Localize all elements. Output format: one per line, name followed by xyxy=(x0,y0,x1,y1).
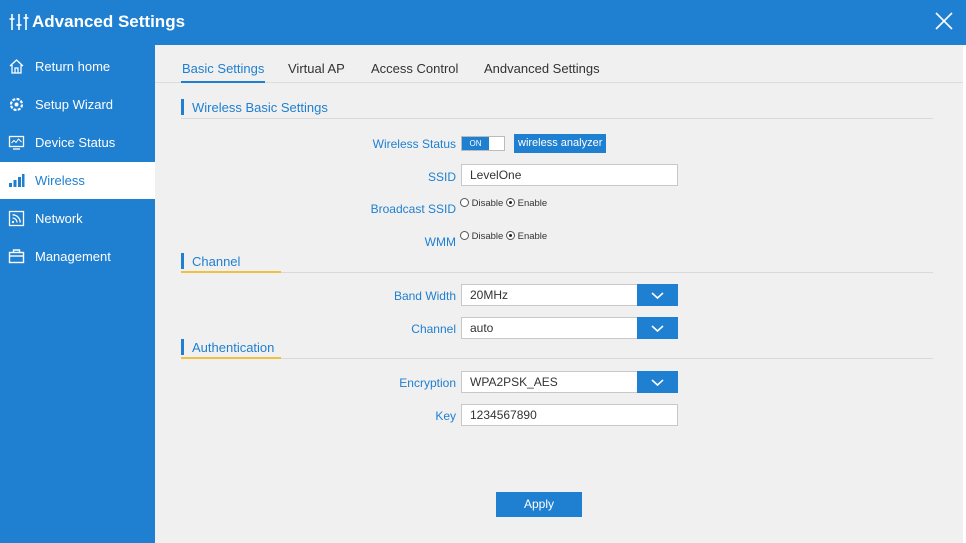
sidebar-item-return-home[interactable]: Return home xyxy=(0,48,155,85)
tab-virtual-ap[interactable]: Virtual AP xyxy=(288,61,345,76)
channel-select[interactable]: auto xyxy=(461,317,678,339)
dropdown-button[interactable] xyxy=(637,371,678,393)
wmm-radios: Disable Enable xyxy=(460,231,547,242)
band-width-label: Band Width xyxy=(393,289,456,303)
sidebar-item-management[interactable]: Management xyxy=(0,238,155,275)
window-title: Advanced Settings xyxy=(32,12,186,31)
wireless-status-toggle[interactable]: ON xyxy=(461,136,505,151)
radio-label: Disable xyxy=(471,198,504,209)
key-label: Key xyxy=(435,409,456,423)
monitor-icon xyxy=(8,135,25,150)
select-value: WPA2PSK_AES xyxy=(470,375,558,389)
sidebar-item-label: Management xyxy=(35,249,111,264)
sidebar-item-label: Wireless xyxy=(35,173,85,188)
dropdown-button[interactable] xyxy=(637,317,678,339)
chevron-down-icon xyxy=(651,292,664,300)
select-value: 20MHz xyxy=(470,288,509,302)
sidebar-item-setup-wizard[interactable]: Setup Wizard xyxy=(0,86,155,123)
wmm-label: WMM xyxy=(424,235,456,249)
gear-icon xyxy=(9,97,24,112)
section-title: Channel xyxy=(192,254,241,269)
section-title: Wireless Basic Settings xyxy=(192,100,328,115)
chevron-down-icon xyxy=(651,325,664,333)
sidebar-item-network[interactable]: Network xyxy=(0,200,155,237)
sidebar-item-label: Return home xyxy=(35,59,111,74)
active-tab-indicator xyxy=(181,81,265,83)
close-icon[interactable] xyxy=(934,11,954,31)
sidebar-item-device-status[interactable]: Device Status xyxy=(0,124,155,161)
section-wireless-basic: Wireless Basic Settings xyxy=(181,97,933,119)
network-icon xyxy=(8,210,25,227)
select-value: auto xyxy=(470,321,494,335)
home-icon xyxy=(9,59,24,74)
tab-basic-settings[interactable]: Basic Settings xyxy=(182,61,264,76)
encryption-label: Encryption xyxy=(399,376,456,390)
sidebar-item-label: Network xyxy=(35,211,83,226)
sidebar-item-label: Device Status xyxy=(35,135,116,150)
radio-label: Disable xyxy=(471,231,504,242)
radio-label: Enable xyxy=(517,231,548,242)
band-width-select[interactable]: 20MHz xyxy=(461,284,678,306)
section-authentication: Authentication xyxy=(181,337,933,359)
main-panel: Basic Settings Virtual AP Access Control… xyxy=(155,45,963,543)
settings-sliders-icon xyxy=(9,14,29,30)
encryption-select[interactable]: WPA2PSK_AES xyxy=(461,371,678,393)
ssid-input[interactable]: LevelOne xyxy=(461,164,678,186)
dropdown-button[interactable] xyxy=(637,284,678,306)
key-input[interactable]: 1234567890 xyxy=(461,404,678,426)
broadcast-ssid-radios: Disable Enable xyxy=(460,198,547,209)
wireless-analyzer-button[interactable]: wireless analyzer xyxy=(514,134,607,153)
apply-button[interactable]: Apply xyxy=(496,492,582,517)
wmm-disable-radio[interactable] xyxy=(460,231,469,240)
broadcast-disable-radio[interactable] xyxy=(460,198,469,207)
sidebar-item-label: Setup Wizard xyxy=(35,97,114,112)
channel-label: Channel xyxy=(411,322,456,336)
signal-bars-icon xyxy=(9,174,25,187)
toggle-on-text: ON xyxy=(462,137,489,150)
section-title: Authentication xyxy=(192,340,275,355)
title-bar: Advanced Settings xyxy=(0,0,966,45)
tab-access-control[interactable]: Access Control xyxy=(371,61,458,76)
tab-bar: Basic Settings Virtual AP Access Control… xyxy=(155,45,963,83)
broadcast-enable-radio[interactable] xyxy=(505,198,515,207)
tab-advanced-settings[interactable]: Andvanced Settings xyxy=(484,61,600,76)
sidebar: Return home Setup Wizard Device Status W… xyxy=(0,45,155,543)
wireless-status-label: Wireless Status xyxy=(372,137,456,151)
ssid-label: SSID xyxy=(427,170,456,184)
section-channel: Channel xyxy=(181,251,933,273)
wmm-enable-radio[interactable] xyxy=(505,231,515,240)
broadcast-ssid-label: Broadcast SSID xyxy=(370,202,456,216)
toolbox-icon xyxy=(8,249,25,264)
chevron-down-icon xyxy=(651,379,664,387)
radio-label: Enable xyxy=(517,198,548,209)
sidebar-item-wireless[interactable]: Wireless xyxy=(0,162,155,199)
